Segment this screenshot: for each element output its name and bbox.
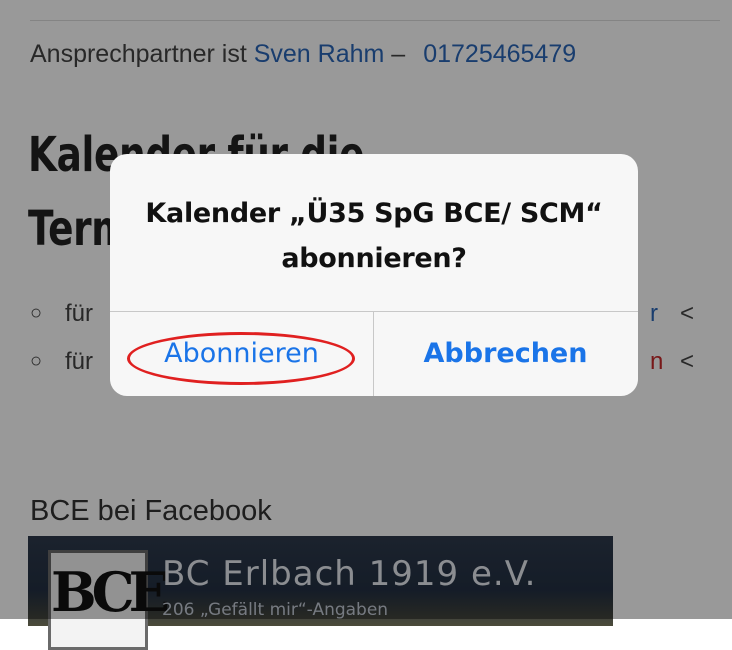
subscribe-calendar-dialog: Kalender „Ü35 SpG BCE/ SCM“ abonnieren? …: [110, 154, 638, 396]
dialog-title: Kalender „Ü35 SpG BCE/ SCM“ abonnieren?: [145, 198, 603, 274]
cancel-button[interactable]: Abbrechen: [374, 311, 637, 396]
subscribe-button[interactable]: Abonnieren: [110, 311, 373, 396]
